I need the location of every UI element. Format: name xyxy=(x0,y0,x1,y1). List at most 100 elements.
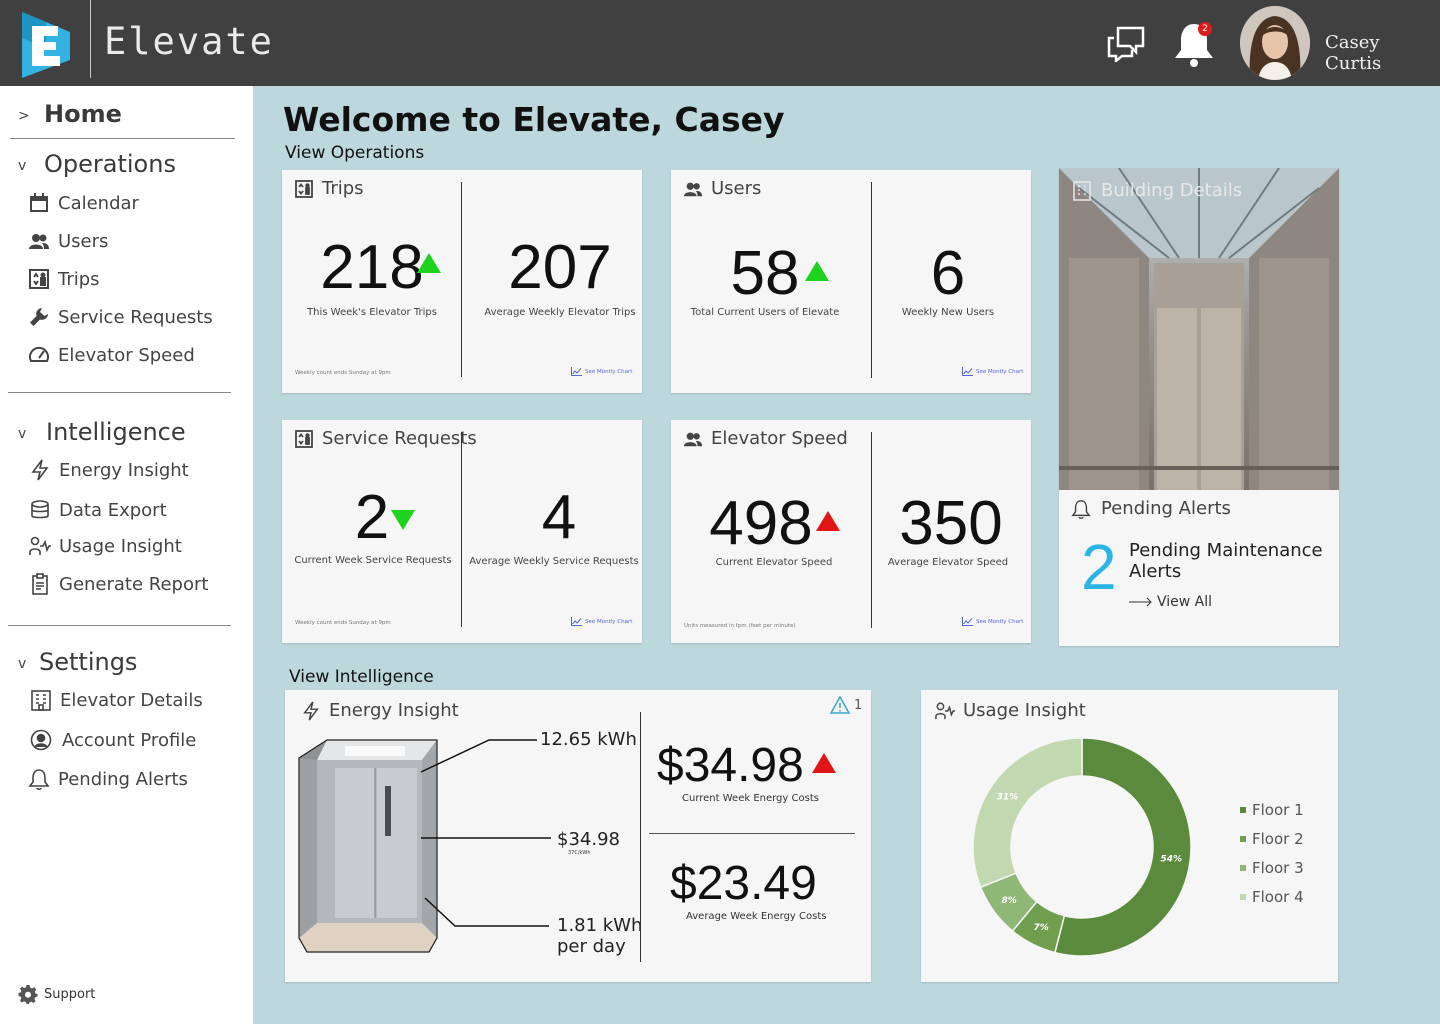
line-chart-icon xyxy=(571,617,582,626)
usage-insight-title: Usage Insight xyxy=(963,700,1086,721)
line-chart-icon xyxy=(962,617,973,626)
sidebar-item-home[interactable]: Home xyxy=(44,100,122,128)
card-divider xyxy=(461,182,462,377)
sidebar-item-label: Trips xyxy=(58,268,100,290)
notification-badge: 2 xyxy=(1198,22,1212,36)
card-header: Energy Insight xyxy=(301,700,459,721)
settings-chevron-icon[interactable]: v xyxy=(18,656,26,672)
donut-slice-4[interactable] xyxy=(972,737,1083,889)
see-monthly-chart-link[interactable]: See Montly Chart xyxy=(962,617,1023,626)
gear-icon xyxy=(18,985,38,1004)
support-label: Support xyxy=(44,986,96,1002)
speedometer-icon xyxy=(29,346,49,362)
users-icon xyxy=(29,234,49,249)
trips-this-week-caption: This Week's Elevator Trips xyxy=(307,307,437,318)
card-header: Usage Insight xyxy=(935,700,1086,721)
app-name[interactable]: Elevate xyxy=(104,20,274,63)
speed-average-value: 350 xyxy=(899,489,1003,558)
users-card[interactable]: Users 58 Total Current Users of Elevate … xyxy=(671,170,1031,393)
intelligence-chevron-icon[interactable]: v xyxy=(18,426,26,442)
energy-warning[interactable]: 1 xyxy=(830,696,862,714)
clipboard-icon xyxy=(32,573,48,595)
building-icon xyxy=(1073,180,1091,201)
pending-alerts-count: 2 xyxy=(1081,531,1117,603)
sidebar-item-label: Data Export xyxy=(59,499,167,521)
service-current-caption: Current Week Service Requests xyxy=(294,555,452,566)
service-average-caption: Average Weekly Service Requests xyxy=(469,556,639,567)
account-circle-icon xyxy=(30,729,52,751)
support-link[interactable]: Support xyxy=(18,984,95,1004)
warning-icon xyxy=(830,696,850,714)
sidebar-section-settings[interactable]: Settings xyxy=(39,648,137,676)
sidebar-item-calendar[interactable]: Calendar xyxy=(28,192,139,214)
see-monthly-chart-link[interactable]: See Montly Chart xyxy=(571,367,632,376)
view-all-link[interactable]: View All xyxy=(1129,594,1212,610)
chat-icon[interactable] xyxy=(1106,24,1146,62)
trend-up-icon xyxy=(812,753,836,777)
user-name[interactable]: Casey Curtis xyxy=(1325,32,1440,74)
top-bar: Elevate 2 Casey Curtis xyxy=(0,0,1440,86)
users-new-value: 6 xyxy=(930,239,966,308)
sidebar-item-elevator-details[interactable]: Elevator Details xyxy=(30,689,203,711)
warning-count: 1 xyxy=(854,697,863,713)
trips-average-value: 207 xyxy=(508,233,612,302)
sidebar-item-trips[interactable]: Trips xyxy=(28,268,100,290)
elevator-speed-card[interactable]: Elevator Speed 498 Current Elevator Spee… xyxy=(671,420,1031,643)
energy-daily-kwh: 1.81 kWh xyxy=(557,915,643,936)
speed-current-caption: Current Elevator Speed xyxy=(715,557,833,568)
sidebar-divider xyxy=(8,625,231,626)
current-energy-cost-caption: Current Week Energy Costs xyxy=(682,793,819,804)
users-icon xyxy=(683,182,703,196)
wrench-icon xyxy=(30,308,48,326)
sidebar-item-label: Elevator Speed xyxy=(58,344,195,366)
energy-insight-card[interactable]: Energy Insight 12.65 kWh $34.98 37C/kWh … xyxy=(285,690,871,982)
operations-chevron-icon[interactable]: v xyxy=(18,158,26,174)
sidebar-section-operations[interactable]: Operations xyxy=(44,150,176,178)
sidebar-item-label: Usage Insight xyxy=(59,535,182,557)
sidebar-section-intelligence[interactable]: Intelligence xyxy=(46,418,186,446)
legend-item[interactable]: Floor 2 xyxy=(1240,824,1304,853)
bell-outline-icon xyxy=(1071,499,1091,519)
logo-divider xyxy=(90,0,91,78)
sidebar-item-label: Calendar xyxy=(58,192,139,214)
sidebar-divider xyxy=(8,392,231,393)
sidebar-item-account-profile[interactable]: Account Profile xyxy=(30,729,196,751)
building-details-card[interactable]: Building Details Pending Alerts 2 Pendin… xyxy=(1059,168,1339,646)
trend-up-icon xyxy=(805,261,829,285)
speed-average-caption: Average Elevator Speed xyxy=(887,557,1009,568)
line-chart-icon xyxy=(571,367,582,376)
legend-item[interactable]: Floor 1 xyxy=(1240,795,1304,824)
card-header: Elevator Speed xyxy=(683,428,848,449)
trips-card[interactable]: Trips 218 This Week's Elevator Trips 207… xyxy=(282,170,642,393)
legend-item[interactable]: Floor 4 xyxy=(1240,882,1304,911)
trips-average-caption: Average Weekly Elevator Trips xyxy=(484,307,636,318)
service-requests-card[interactable]: Service Requests 2 Current Week Service … xyxy=(282,420,642,643)
see-monthly-chart-link[interactable]: See Montly Chart xyxy=(571,617,632,626)
home-chevron-icon[interactable]: > xyxy=(18,108,30,124)
avatar[interactable] xyxy=(1240,6,1310,80)
speed-footnote: Units measured in fpm (feet per minute) xyxy=(684,623,796,629)
energy-rate: 37C/kWh xyxy=(568,850,591,856)
sidebar-item-usage-insight[interactable]: Usage Insight xyxy=(29,535,182,557)
sidebar-item-energy-insight[interactable]: Energy Insight xyxy=(29,459,189,481)
card-header: Service Requests xyxy=(294,428,477,449)
sidebar-item-elevator-speed[interactable]: Elevator Speed xyxy=(28,344,195,366)
pending-alerts-text: Pending Maintenance Alerts xyxy=(1129,540,1323,582)
elevator-icon xyxy=(295,179,313,198)
sidebar-item-label: Elevator Details xyxy=(60,689,203,711)
elevate-logo-icon[interactable] xyxy=(18,8,76,80)
sidebar-item-data-export[interactable]: Data Export xyxy=(29,499,167,521)
trips-footnote: Weekly count ends Sunday at 9pm xyxy=(295,370,391,376)
sidebar-item-label: Generate Report xyxy=(59,573,209,595)
see-monthly-chart-link[interactable]: See Montly Chart xyxy=(962,367,1023,376)
users-title: Users xyxy=(711,178,762,199)
legend-item[interactable]: Floor 3 xyxy=(1240,853,1304,882)
sidebar-item-service-requests[interactable]: Service Requests xyxy=(28,306,213,328)
sidebar-item-users[interactable]: Users xyxy=(28,230,108,252)
sidebar-item-generate-report[interactable]: Generate Report xyxy=(29,573,208,595)
service-average-value: 4 xyxy=(541,483,577,552)
sidebar-item-label: Energy Insight xyxy=(59,459,189,481)
card-divider xyxy=(461,432,462,627)
card-header: Trips xyxy=(294,178,364,199)
sidebar-item-pending-alerts[interactable]: Pending Alerts xyxy=(28,768,188,790)
